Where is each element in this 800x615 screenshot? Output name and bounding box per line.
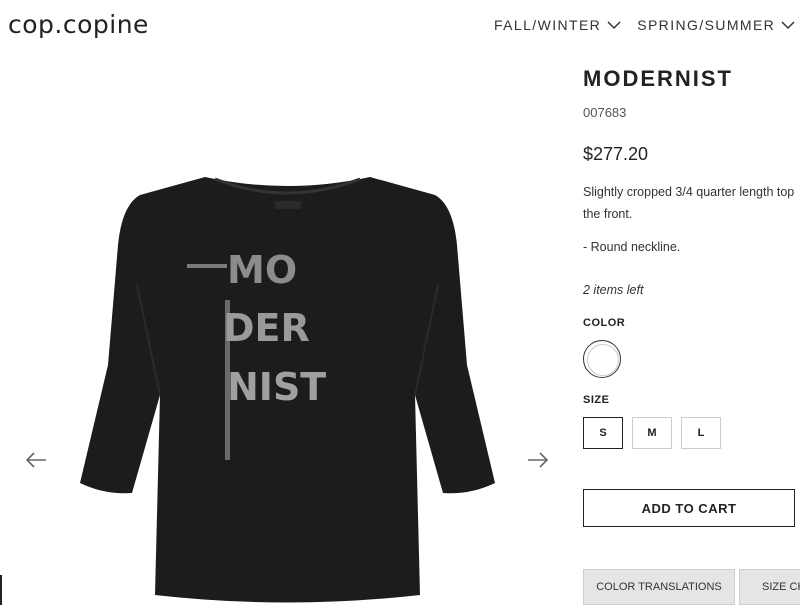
arrow-right-icon[interactable] [526, 448, 550, 472]
size-option-l[interactable]: L [681, 417, 721, 449]
product-feature: - Round neckline. [583, 240, 681, 254]
color-swatch-white[interactable] [583, 340, 621, 378]
size-label: SIZE [583, 394, 610, 406]
info-tabs: COLOR TRANSLATIONS SIZE CHA [583, 569, 800, 605]
size-option-m[interactable]: M [632, 417, 672, 449]
main-nav: FALL/WINTER SPRING/SUMMER TH [494, 17, 800, 33]
size-option-s[interactable]: S [583, 417, 623, 449]
nav-item-spring-summer[interactable]: SPRING/SUMMER [637, 17, 795, 33]
product-title: MODERNIST [583, 66, 733, 91]
edge-marker [0, 575, 2, 605]
nav-item-fall-winter[interactable]: FALL/WINTER [494, 17, 621, 33]
tab-color-translations[interactable]: COLOR TRANSLATIONS [583, 569, 735, 605]
product-image: MO DER NIST [80, 177, 495, 603]
print-line-1: MO [227, 248, 297, 292]
arrow-left-icon[interactable] [24, 448, 48, 472]
add-to-cart-button[interactable]: ADD TO CART [583, 489, 795, 527]
chevron-down-icon [781, 21, 795, 30]
stock-status: 2 items left [583, 283, 644, 297]
product-sku: 007683 [583, 105, 627, 120]
product-price: $277.20 [583, 144, 649, 164]
color-label: COLOR [583, 317, 626, 329]
size-options: S M L [583, 417, 721, 449]
print-line-3: NIST [227, 365, 326, 409]
chevron-down-icon [607, 21, 621, 30]
site-logo[interactable]: cop.copine [8, 10, 149, 39]
product-description: Slightly cropped 3/4 quarter length top … [583, 181, 800, 225]
description-line: the front. [583, 207, 633, 221]
nav-label: SPRING/SUMMER [637, 17, 776, 33]
product-gallery: MO DER NIST [0, 60, 570, 615]
description-line: Slightly cropped 3/4 quarter length top [583, 185, 795, 199]
print-line-2: DER [223, 306, 310, 350]
tab-size-chart[interactable]: SIZE CHA [739, 569, 800, 605]
nav-label: FALL/WINTER [494, 17, 602, 33]
